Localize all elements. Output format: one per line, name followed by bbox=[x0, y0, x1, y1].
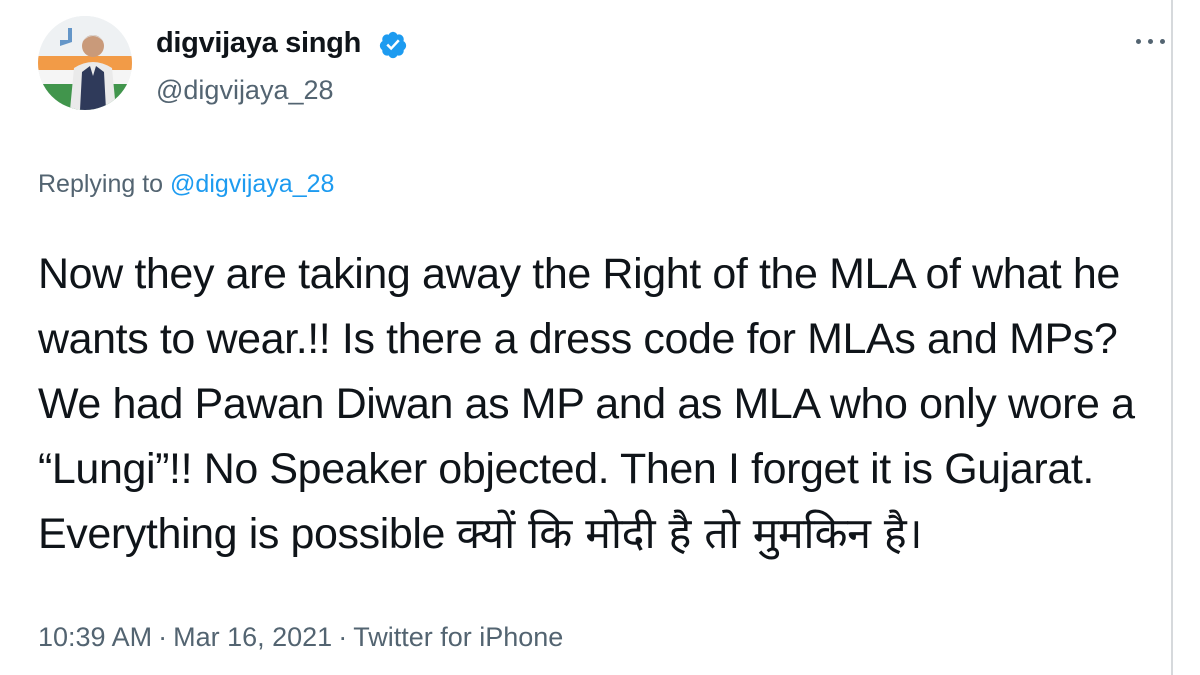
replying-to-label: Replying to bbox=[38, 170, 164, 198]
avatar[interactable] bbox=[38, 16, 132, 110]
tweet-text-hindi: क्यों कि मोदी है तो मुमकिन है। bbox=[456, 509, 923, 559]
tweet-time[interactable]: 10:39 AM bbox=[38, 622, 152, 652]
author-handle[interactable]: @digvijaya_28 bbox=[156, 75, 334, 106]
replying-to: Replying to @digvijaya_28 bbox=[38, 170, 334, 199]
meta-separator: · bbox=[338, 622, 348, 652]
meta-separator: · bbox=[158, 622, 168, 652]
tweet-date[interactable]: Mar 16, 2021 bbox=[173, 622, 332, 652]
panel-border bbox=[1171, 0, 1173, 675]
author-display-name[interactable]: digvijaya singh bbox=[156, 27, 361, 60]
tweet-text: Now they are taking away the Right of th… bbox=[38, 242, 1148, 567]
tweet-source[interactable]: Twitter for iPhone bbox=[353, 622, 563, 652]
tweet-meta: 10:39 AM · Mar 16, 2021 · Twitter for iPhone bbox=[38, 622, 563, 653]
verified-badge-icon bbox=[379, 31, 407, 59]
more-options-icon[interactable] bbox=[1130, 30, 1170, 54]
replying-to-handle-link[interactable]: @digvijaya_28 bbox=[170, 170, 334, 198]
